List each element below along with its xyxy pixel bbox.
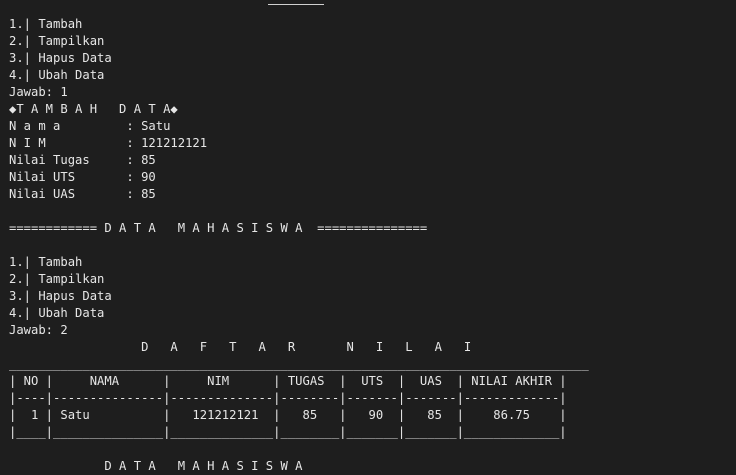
menu-line-ubah: 4.| Ubah Data bbox=[9, 306, 105, 320]
table-row: | 1 | Satu | 121212121 | 85 | 90 | 85 | … bbox=[9, 408, 567, 422]
menu-line-tambah: 1.| Tambah bbox=[9, 17, 83, 31]
field-nama: N a m a : Satu bbox=[9, 119, 171, 133]
table-header-row: | NO | NAMA | NIM | TUGAS | UTS | UAS | … bbox=[9, 374, 567, 388]
table-separator: |----|---------------|--------------|---… bbox=[9, 391, 567, 405]
table-bottom-border: |____|_______________|______________|___… bbox=[9, 425, 567, 439]
daftar-nilai-heading: D A F T A R N I L A I bbox=[9, 340, 472, 354]
terminal-window[interactable]: 1.| Tambah 2.| Tampilkan 3.| Hapus Data 4.|… bbox=[0, 0, 736, 473]
field-nilai-uts: Nilai UTS : 90 bbox=[9, 170, 156, 184]
menu-line-ubah: 4.| Ubah Data bbox=[9, 68, 105, 82]
table-top-border: ________________________________________… bbox=[9, 357, 589, 371]
data-mahasiswa-heading-partial: D A T A M A H A S I S W A bbox=[9, 459, 303, 473]
tambah-data-heading: ◆T A M B A H D A T A◆ bbox=[9, 102, 178, 116]
data-mahasiswa-banner: ============ D A T A M A H A S I S W A =… bbox=[9, 221, 428, 235]
field-nilai-uas: Nilai UAS : 85 bbox=[9, 187, 156, 201]
answer-line: Jawab: 1 bbox=[9, 85, 68, 99]
menu-line-hapus: 3.| Hapus Data bbox=[9, 51, 112, 65]
top-rule bbox=[268, 4, 324, 5]
menu-line-tambah: 1.| Tambah bbox=[9, 255, 83, 269]
field-nim: N I M : 121212121 bbox=[9, 136, 208, 150]
terminal-output: 1.| Tambah 2.| Tampilkan 3.| Hapus Data 4.|… bbox=[9, 16, 589, 475]
menu-line-tampilkan: 2.| Tampilkan bbox=[9, 272, 105, 286]
menu-line-hapus: 3.| Hapus Data bbox=[9, 289, 112, 303]
answer-line: Jawab: 2 bbox=[9, 323, 68, 337]
field-nilai-tugas: Nilai Tugas : 85 bbox=[9, 153, 156, 167]
menu-line-tampilkan: 2.| Tampilkan bbox=[9, 34, 105, 48]
